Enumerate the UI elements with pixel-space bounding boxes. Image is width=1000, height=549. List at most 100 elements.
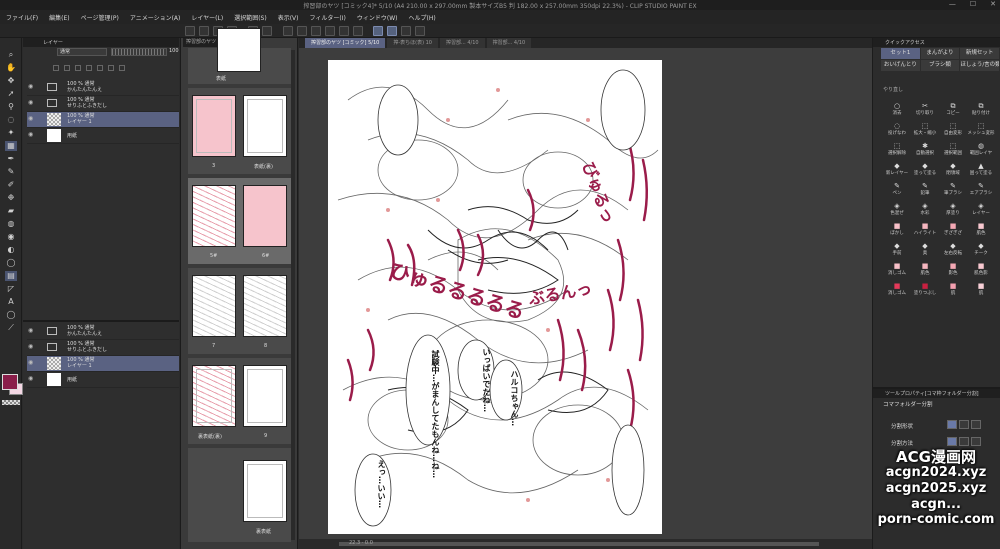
operation-tool-icon[interactable]: ➚ [5, 89, 17, 99]
eye-icon[interactable]: ◉ [28, 100, 36, 106]
quick-access-item[interactable]: ■ ぼかし [883, 222, 911, 239]
quick-access-item[interactable]: ⬚ メッシュ変形 [967, 122, 995, 139]
frame-tool-icon[interactable]: ▤ [5, 271, 17, 281]
new-vector-layer-icon[interactable] [64, 65, 70, 71]
fill-tool-icon[interactable]: ◉ [5, 232, 17, 242]
invert-icon[interactable] [339, 26, 349, 36]
pen-tool-icon[interactable]: ✒ [5, 154, 17, 164]
quick-access-item[interactable]: ⧉ コピー [939, 102, 967, 119]
snap-ruler-icon[interactable] [373, 26, 383, 36]
wand-icon[interactable]: ✦ [5, 128, 17, 138]
set-tab[interactable]: セット1 [881, 48, 920, 59]
eye-icon[interactable]: ◉ [28, 344, 36, 350]
quick-access-item[interactable]: ✎ エアブラシ [967, 182, 995, 199]
snap-special-ruler-icon[interactable] [387, 26, 397, 36]
split-method-a-icon[interactable] [947, 437, 957, 446]
open-file-icon[interactable] [199, 26, 209, 36]
layer-row[interactable]: ◉ 用紙 [27, 128, 179, 144]
blend-mode-select[interactable]: 通常 [57, 48, 107, 56]
quick-access-item[interactable]: ⧉ 貼り付け [967, 102, 995, 119]
lock-layer-icon[interactable] [97, 65, 103, 71]
menu-layer[interactable]: レイヤー(L) [191, 13, 223, 22]
clear-icon[interactable] [297, 26, 307, 36]
eye-icon[interactable]: ◉ [28, 376, 36, 382]
quick-access-item[interactable]: ■ 肌色 [911, 262, 939, 279]
crop-icon[interactable] [353, 26, 363, 36]
quick-access-item[interactable]: ⬚ 自由変形 [939, 122, 967, 139]
quick-access-item[interactable]: ◆ 塗って塗る [911, 162, 939, 179]
eye-icon[interactable]: ◉ [28, 116, 36, 122]
quick-access-item[interactable]: ✎ 鉛筆 [911, 182, 939, 199]
eye-icon[interactable]: ◉ [28, 328, 36, 334]
gradient-tool-icon[interactable]: ◐ [5, 245, 17, 255]
split-method-c-icon[interactable] [971, 437, 981, 446]
page-item-spread[interactable]: 7 8 [188, 268, 291, 354]
eye-icon[interactable]: ◉ [28, 132, 36, 138]
panel-divider[interactable] [23, 320, 179, 322]
menu-selection[interactable]: 選択範囲(S) [234, 13, 267, 22]
balloon-tool-icon[interactable]: ◯ [5, 310, 17, 320]
menu-view[interactable]: 表示(V) [278, 13, 299, 22]
set-tab[interactable]: ブラシ類 [920, 60, 960, 71]
eye-icon[interactable]: ◉ [28, 84, 36, 90]
quick-access-item[interactable]: ◈ 色混ぜ [883, 202, 911, 219]
snap-grid-icon[interactable] [401, 26, 411, 36]
eye-icon[interactable]: ◉ [28, 360, 36, 366]
delete-layer-icon[interactable] [119, 65, 125, 71]
set-tab[interactable]: 新規セット [960, 48, 999, 59]
blend-tool-icon[interactable]: ◍ [5, 219, 17, 229]
new-file-icon[interactable] [185, 26, 195, 36]
tool-property-tab[interactable]: ツールプロパティ[コマ枠フォルダー分割] [873, 389, 1000, 398]
quick-access-item[interactable]: ▲ 囲って塗る [967, 162, 995, 179]
canvas-tab[interactable]: 搾習部のヤツ [コミック] 5/10 [305, 38, 386, 48]
quick-access-item[interactable]: ◆ 閉領域 [939, 162, 967, 179]
page-item-back-cover[interactable]: 裏表紙 [188, 448, 291, 542]
quick-access-item[interactable]: ◆ チーク [967, 242, 995, 259]
set-tab[interactable]: ほしょう/言の類 [960, 60, 999, 71]
correct-line-tool-icon[interactable]: ⟋ [5, 323, 17, 333]
quick-access-item[interactable]: ◌ 投げなわ [883, 122, 911, 139]
canvas-horizontal-scrollbar[interactable]: 22.3 · 0.0 [299, 539, 872, 549]
page-item-spread[interactable]: 3 表紙(裏) [188, 88, 291, 174]
scroll-thumb[interactable] [339, 542, 819, 546]
lasso-icon[interactable]: ◌ [5, 115, 17, 125]
airbrush-tool-icon[interactable]: ❉ [5, 193, 17, 203]
split-method-b-icon[interactable] [959, 437, 969, 446]
quick-access-item[interactable]: ■ ハイライト [911, 222, 939, 239]
quick-access-item[interactable]: ◆ 手前 [883, 242, 911, 259]
zoom-tool-icon[interactable]: ⌕ [5, 50, 17, 60]
transform-icon[interactable] [311, 26, 321, 36]
quick-access-item[interactable]: ✎ ペン [883, 182, 911, 199]
page-item-spread[interactable]: 裏表紙(裏) 9 [188, 358, 291, 444]
split-polyline-icon[interactable] [959, 420, 969, 429]
menu-edit[interactable]: 編集(E) [49, 13, 69, 22]
quick-access-item[interactable]: ■ 塗りつぶし [911, 282, 939, 299]
quick-access-item[interactable]: ■ 影色 [939, 262, 967, 279]
quick-access-item[interactable]: ✂ 切り取り [911, 102, 939, 119]
minimize-button[interactable]: — [949, 0, 956, 10]
close-button[interactable]: ✕ [990, 0, 996, 10]
manga-page-canvas[interactable]: 試験中…がまんしてたもんね…ね… いっぱいでたね… ハルコちゃん… えっ…いい…… [328, 60, 662, 534]
quick-access-item[interactable]: ⬚ 選択解除 [883, 142, 911, 159]
quick-access-item[interactable]: ■ 消しゴム [883, 262, 911, 279]
menu-file[interactable]: ファイル(F) [6, 13, 38, 22]
export-icon[interactable] [415, 26, 425, 36]
layer-panel-tab[interactable]: レイヤー [23, 38, 179, 47]
split-curve-icon[interactable] [971, 420, 981, 429]
pencil-tool-icon[interactable]: ✎ [5, 167, 17, 177]
set-tab[interactable]: おいげんとり [881, 60, 920, 71]
move-tool-icon[interactable]: ✥ [5, 76, 17, 86]
canvas-tab[interactable]: 搾習部... 4/10 [439, 38, 485, 48]
canvas-tab[interactable]: 搾習部... 4/10 [486, 38, 532, 48]
canvas-tab[interactable]: 搾-表ちほ(表) 10 [387, 38, 438, 48]
quick-access-item[interactable]: ■ 肌色 [967, 222, 995, 239]
page-panel-scrollbar[interactable] [291, 50, 295, 540]
layer-row-selected[interactable]: ◉ 100 % 通常 レイヤー 1 [27, 356, 179, 372]
main-color-swatch[interactable] [2, 374, 18, 390]
layer-row-selected[interactable]: ◉ 100 % 通常 レイヤー 1 [27, 112, 179, 128]
quick-access-item[interactable]: ■ 肌 [939, 282, 967, 299]
eyedropper-icon[interactable]: ⚲ [5, 102, 17, 112]
menu-window[interactable]: ウィンドウ(W) [357, 13, 398, 22]
layer-row[interactable]: ◉ 100 % 通常 かんたんたんえ [27, 324, 179, 340]
clip-layer-icon[interactable] [86, 65, 92, 71]
